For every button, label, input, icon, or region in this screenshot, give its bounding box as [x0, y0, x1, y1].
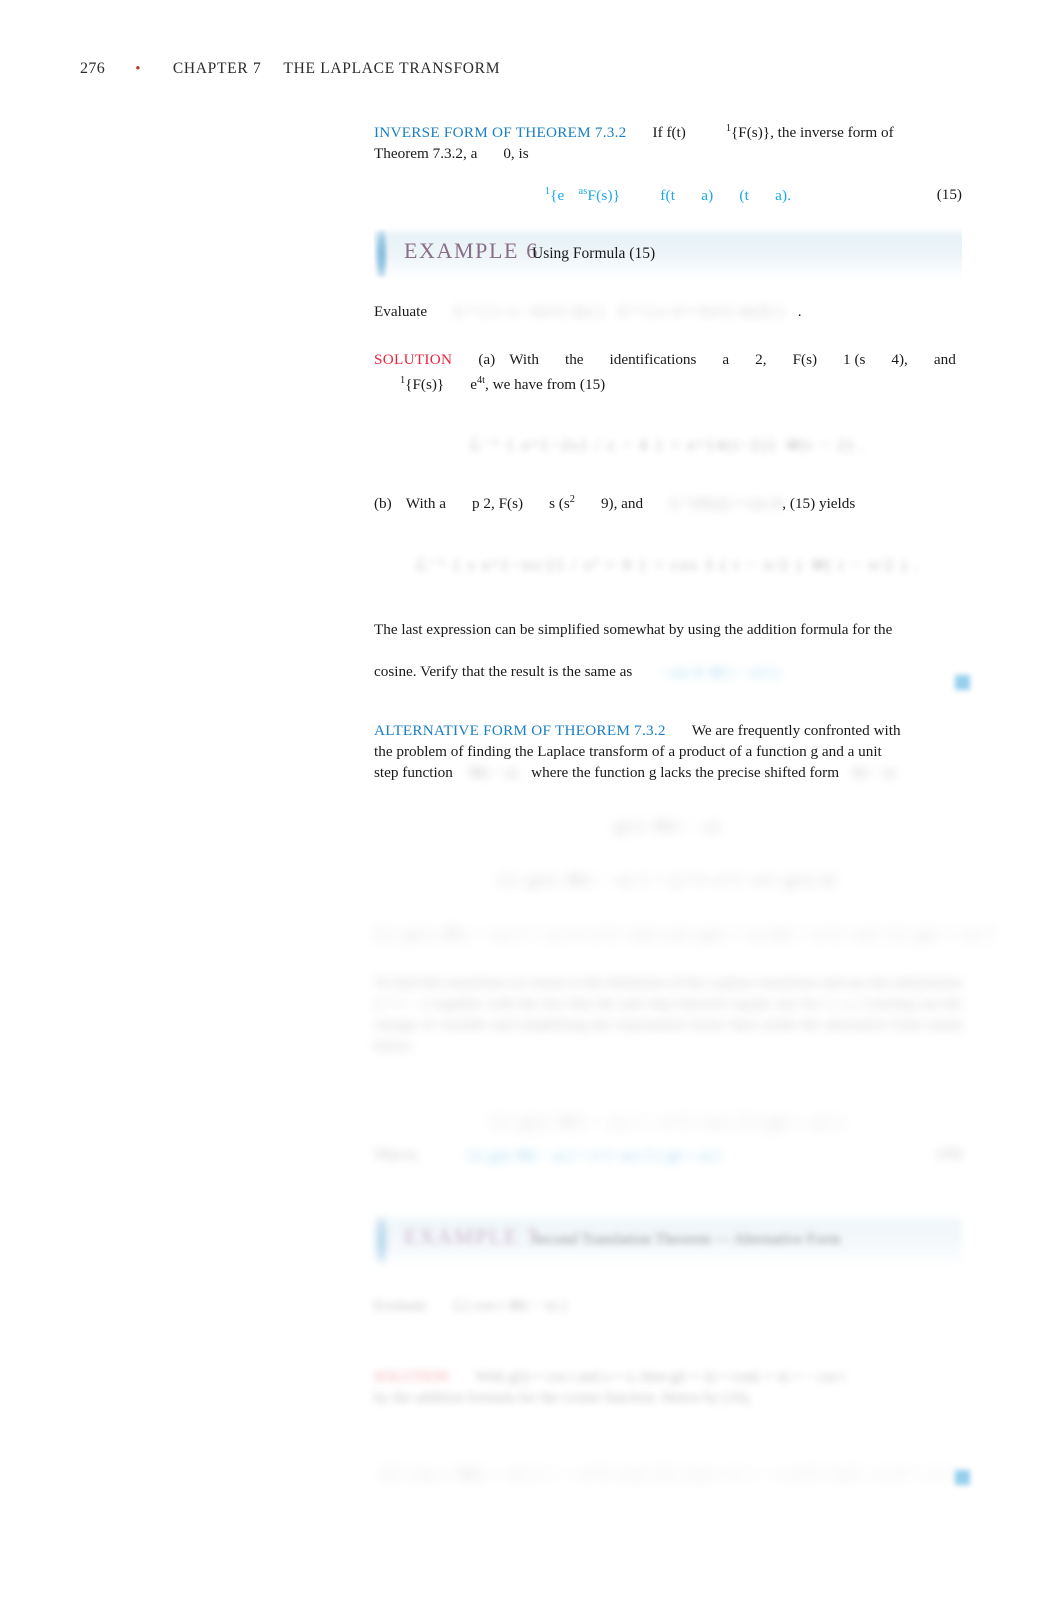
inverse-form-text-c: Theorem 7.3.2, a [374, 145, 478, 163]
text-column: INVERSE FORM OF THEOREM 7.3.2 If f(t) 1{F(… [374, 118, 996, 1485]
equation-15-right-d: a). [775, 187, 792, 205]
alternative-form-display-2: ℒ{ g(t) 𝒰(t − a) } = ∫ₐ^∞ e^{−st} g(t) d… [498, 871, 838, 889]
equation-16-row: That is, ℒ{ g(t) 𝒰(t − a) } = e^{−as} ℒ{… [374, 1146, 962, 1165]
solution-b-superscript-2: 2 [569, 494, 575, 506]
closing-paragraph: The last expression can be simplified so… [374, 609, 970, 694]
equation-15-right-a: f(t [660, 187, 676, 205]
solution-a-text-5: 2, [755, 351, 767, 369]
equation-16-body: ℒ{ g(t) 𝒰(t − a) } = e^{−as} ℒ{ g(t + a)… [467, 1147, 722, 1164]
example-7-display-row: ℒ{ cos t 𝒰(t − π) } = − e^{−πs} ℒ{ cos t… [374, 1464, 970, 1485]
header-bullet-separator: • [135, 61, 141, 77]
solution-a-text-1: With [509, 351, 539, 369]
example-6-label: EXAMPLE 6 [404, 238, 539, 264]
inverse-form-text-b: {F(s)}, the inverse form of [731, 124, 894, 142]
inverse-form-run-in-heading: INVERSE FORM OF THEOREM 7.3.2 [374, 124, 627, 142]
alternative-form-display-1: g(t) 𝒰(t − a) [614, 817, 722, 835]
solution-b-display-equation: ℒ⁻¹ { s e^{−πs/2} / s² + 9 } = cos 3 ( t… [415, 557, 921, 575]
example-6-evaluate-line: Evaluate ℒ⁻¹ { 1 / s − 4 e^{−2s} } ℒ⁻¹ { s… [374, 301, 962, 323]
example-7-display-equation: ℒ{ cos t 𝒰(t − π) } = − e^{−πs} ℒ{ cos t… [381, 1465, 955, 1483]
alternative-form-text-1: We are frequently confronted with [691, 721, 901, 739]
alternative-form-blurred-paragraph: To find this transform we return to the … [374, 974, 962, 1054]
chapter-label: CHAPTER 7 [172, 60, 262, 77]
solution-a-line2-b: e [470, 376, 477, 394]
example-7-evaluate-math: ℒ{ cos t 𝒰(t − π) } [452, 1297, 569, 1314]
solution-a-text-8: 4), [891, 351, 908, 369]
solution-a-text-2: the [564, 351, 584, 369]
solution-a-line2-a: {F(s)} [405, 376, 445, 394]
inverse-form-text-a: If f(t) [652, 124, 686, 142]
chapter-title: THE LAPLACE TRANSFORM [283, 60, 501, 77]
alternative-form-text-4: where the function g lacks the precise s… [531, 763, 840, 781]
alternative-form-text-2: the problem of finding the Laplace trans… [374, 742, 882, 760]
example-7-solution-line-2: by the addition formula for the cosine f… [374, 1389, 752, 1406]
alternative-form-math-2: f(t − a) [853, 764, 895, 781]
solution-a-text-3: identifications [609, 351, 697, 369]
example-6-banner: EXAMPLE 6 Using Formula (15) [374, 227, 962, 282]
equation-15: 1{e asF(s)} f(t a) (t a). (15) [374, 186, 962, 205]
evaluate-math-b: ℒ⁻¹ { s / s² + 9 e^{−πs/2} } [618, 304, 784, 321]
equation-15-left-tail: F(s)} [587, 187, 621, 205]
end-of-example-marker-icon [955, 674, 970, 690]
solution-a-line2-c: , we have from (15) [485, 376, 606, 394]
inverse-form-paragraph: INVERSE FORM OF THEOREM 7.3.2 If f(t) 1{F(… [374, 118, 962, 164]
evaluate-label: Evaluate [374, 303, 428, 321]
example-7-evaluate-label: Evaluate [374, 1297, 427, 1314]
example-7-solution-run-in: SOLUTION [374, 1368, 449, 1385]
solution-a-text-7: 1 (s [843, 351, 866, 369]
end-of-example-7-marker-icon [955, 1469, 970, 1485]
solution-a-text-4: a [722, 351, 730, 369]
running-head: 276 • CHAPTER 7 THE LAPLACE TRANSFORM [80, 60, 500, 78]
example-7-title: Second Translation Theorem — Alternative… [532, 1230, 841, 1248]
alternative-form-run-in-heading: ALTERNATIVE FORM OF THEOREM 7.3.2 [374, 721, 666, 739]
example-7-accent-bar-icon [376, 1216, 387, 1263]
example-7-evaluate-line: Evaluate ℒ{ cos t 𝒰(t − π) } [374, 1296, 962, 1317]
evaluate-period: . [797, 303, 802, 321]
solution-a-display-equation: ℒ⁻¹ { e^{−2s} / s − 4 } = e^{4(t−2)} 𝒰(t… [469, 437, 867, 455]
evaluate-math-a: ℒ⁻¹ { 1 / s − 4 e^{−2s} } [453, 304, 605, 321]
example-7-label: EXAMPLE 7 [404, 1223, 539, 1249]
solution-a-text-6: F(s) [792, 351, 818, 369]
alternative-form-paragraph: ALTERNATIVE FORM OF THEOREM 7.3.2 We are … [374, 720, 962, 784]
solution-b-inline-math: ℒ⁻¹{F(s)} = cos 3t [669, 496, 783, 513]
solution-a-paragraph: SOLUTION (a) With the identifications a 2, F(s)… [374, 349, 962, 395]
closing-line-1: The last expression can be simplified so… [374, 621, 893, 639]
example-accent-bar-icon [376, 231, 387, 278]
closing-line-2: cosine. Verify that the result is the sa… [374, 663, 633, 681]
equation-15-left: {e [550, 187, 565, 205]
solution-b-paragraph: (b) With a p 2, F(s) s (s2 9), and ℒ⁻¹{F(s)} … [374, 489, 962, 515]
solution-b-text-5: , (15) yields [782, 495, 856, 513]
solution-b-text-4: 9), and [600, 495, 644, 513]
example-7-solution-paragraph: SOLUTION With g(t) = cos t and a = π, the… [374, 1367, 962, 1409]
example-7-solution-line-1: With g(t) = cos t and a = π, then g(t + … [475, 1368, 846, 1385]
example-7-banner: EXAMPLE 7 Second Translation Theorem — A… [374, 1212, 962, 1267]
solution-run-in-heading: SOLUTION [374, 351, 453, 369]
equation-15-number: (15) [936, 186, 962, 204]
alternative-form-display-3: ℒ{ g(t) 𝒰(t − a) } = ∫₀^∞ e^{−s(u+a)} g(… [374, 925, 996, 943]
solution-a-text-9: and [933, 351, 956, 369]
that-is-label: That is, [374, 1146, 419, 1163]
alternative-form-math-1: 𝒰(t − a) [466, 764, 518, 781]
solution-a-part-label: (a) [478, 351, 496, 369]
equation-15-body: 1{e asF(s)} f(t a) (t a). [545, 186, 792, 205]
example-6-title: Using Formula (15) [532, 245, 656, 263]
closing-trailing-math: − sin 3t 𝒰( t − π/2 ). [658, 664, 782, 681]
textbook-page: 276 • CHAPTER 7 THE LAPLACE TRANSFORM IN… [0, 0, 1062, 1604]
alternative-form-display-4: ℒ{ g(t) 𝒰(t − a) } = e^{−as} ℒ{ g(t + a)… [490, 1113, 846, 1131]
equation-16-number: (16) [937, 1145, 962, 1162]
inverse-form-text-d: 0, is [503, 145, 529, 163]
page-number: 276 [80, 60, 106, 77]
solution-b-text-3: s (s [549, 495, 570, 513]
alternative-form-text-3: step function [374, 763, 453, 781]
solution-a-line2-superscript-4t: 4t [476, 375, 486, 387]
equation-15-superscript-as: as [578, 186, 588, 198]
solution-b-part-label: (b) [374, 495, 392, 513]
equation-15-right-c: (t [739, 187, 750, 205]
equation-15-right-b: a) [701, 187, 714, 205]
solution-b-text-2: p 2, F(s) [472, 495, 524, 513]
solution-b-text-1: With a [405, 495, 447, 513]
